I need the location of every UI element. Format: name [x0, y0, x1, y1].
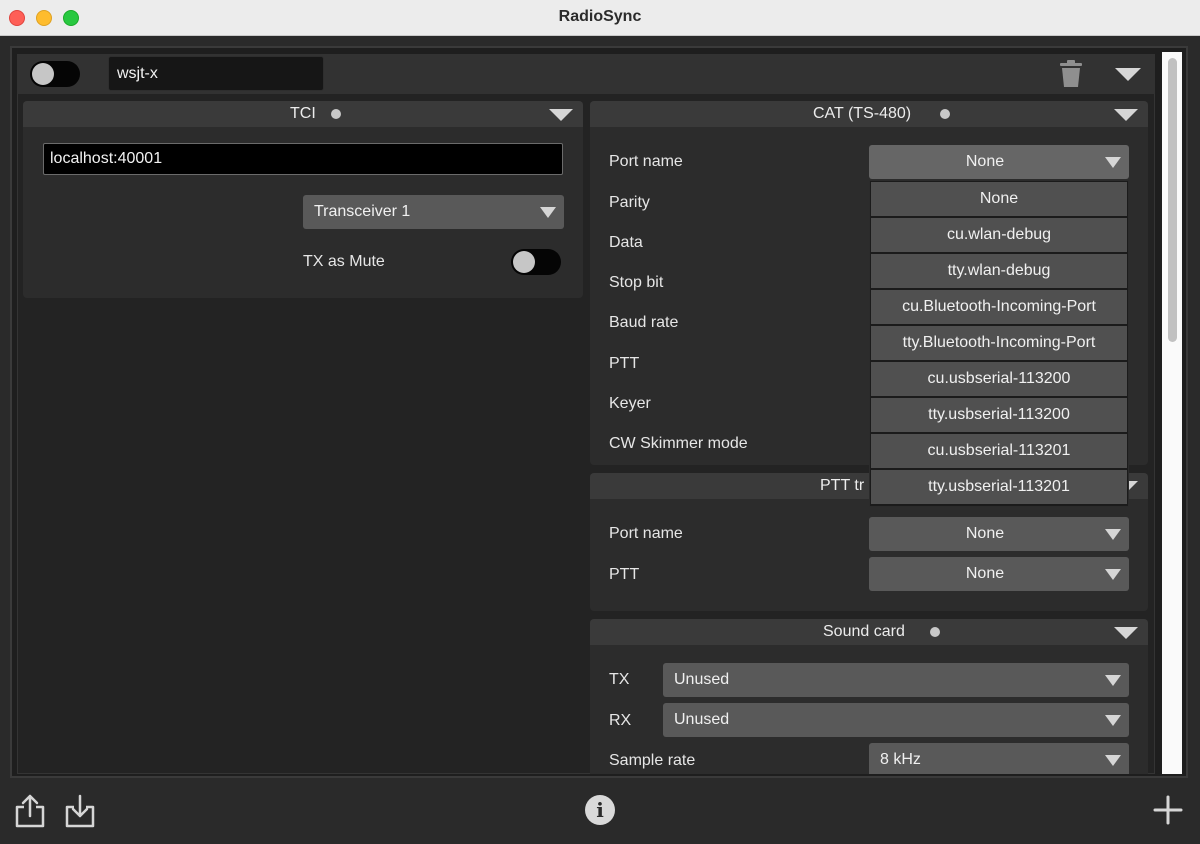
sound-card-collapse-icon[interactable] [1114, 627, 1138, 639]
ptt-mode-value: None [965, 565, 1005, 582]
profile-collapse-icon[interactable] [1115, 68, 1141, 81]
tx-as-mute-toggle[interactable] [511, 249, 561, 275]
cat-title: CAT (TS-480) [813, 105, 912, 122]
profile-enable-toggle[interactable] [30, 61, 80, 87]
chevron-down-icon [1105, 715, 1121, 726]
sample-rate-select[interactable]: 8 kHz [869, 743, 1129, 774]
tci-section-header[interactable]: TCI [23, 101, 583, 127]
window-title: RadioSync [558, 8, 642, 25]
toggle-knob [32, 63, 54, 85]
dropdown-option[interactable]: cu.usbserial-113201 [871, 434, 1127, 468]
chevron-down-icon [1105, 529, 1121, 540]
chevron-down-icon [1105, 755, 1121, 766]
dropdown-option[interactable]: cu.wlan-debug [871, 218, 1127, 252]
cat-port-name-label: Port name [609, 153, 683, 170]
sound-tx-label: TX [609, 671, 630, 688]
title-bar: RadioSync [0, 0, 1200, 36]
transceiver-select-value: Transceiver 1 [314, 203, 411, 220]
ptt-port-name-select[interactable]: None [869, 517, 1129, 551]
sound-rx-value: Unused [674, 711, 730, 728]
vertical-scrollbar[interactable] [1162, 52, 1182, 774]
chevron-down-icon [1105, 569, 1121, 580]
cat-section-header[interactable]: CAT (TS-480) [590, 101, 1148, 127]
share-icon[interactable] [14, 794, 46, 833]
plus-icon[interactable] [1153, 795, 1183, 830]
profile-name-input[interactable]: wsjt-x [108, 56, 324, 91]
tci-address-input[interactable]: localhost:40001 [43, 143, 563, 175]
scrollbar-thumb[interactable] [1168, 58, 1177, 342]
dropdown-option[interactable]: cu.Bluetooth-Incoming-Port [871, 290, 1127, 324]
toggle-knob [513, 251, 535, 273]
cat-cw-skimmer-label: CW Skimmer mode [609, 435, 748, 452]
cat-port-name-select[interactable]: None [869, 145, 1129, 179]
cat-port-name-value: None [965, 153, 1005, 170]
sample-rate-label: Sample rate [609, 752, 696, 769]
info-icon[interactable]: i [585, 795, 615, 825]
tci-title: TCI [290, 105, 316, 122]
sound-card-title: Sound card [823, 623, 905, 640]
cat-parity-label: Parity [609, 194, 650, 211]
dropdown-option[interactable]: tty.usbserial-113201 [871, 470, 1127, 504]
chevron-down-icon [1105, 675, 1121, 686]
ptt-title: PTT tr [820, 477, 865, 494]
transceiver-select[interactable]: Transceiver 1 [303, 195, 564, 229]
chevron-down-icon [1105, 157, 1121, 168]
cat-keyer-label: Keyer [609, 395, 651, 412]
ptt-mode-label: PTT [609, 566, 640, 583]
tci-status-dot [331, 109, 341, 119]
dropdown-option[interactable]: tty.wlan-debug [871, 254, 1127, 288]
sound-rx-label: RX [609, 712, 632, 729]
cat-baud-rate-label: Baud rate [609, 314, 679, 331]
cat-ptt-label: PTT [609, 355, 640, 372]
sound-card-status-dot [930, 627, 940, 637]
sound-tx-select[interactable]: Unused [663, 663, 1129, 697]
tci-collapse-icon[interactable] [549, 109, 573, 121]
ptt-port-name-label: Port name [609, 525, 683, 542]
cat-data-label: Data [609, 234, 643, 251]
port-name-dropdown: None cu.wlan-debug tty.wlan-debug cu.Blu… [869, 180, 1129, 507]
sample-rate-value: 8 kHz [880, 751, 921, 768]
download-icon[interactable] [64, 794, 96, 833]
dropdown-option[interactable]: tty.usbserial-113200 [871, 398, 1127, 432]
dropdown-option[interactable]: cu.usbserial-113200 [871, 362, 1127, 396]
ptt-port-name-value: None [965, 525, 1005, 542]
ptt-mode-select[interactable]: None [869, 557, 1129, 591]
cat-stop-bit-label: Stop bit [609, 274, 664, 291]
cat-status-dot [940, 109, 950, 119]
sound-card-section-header[interactable]: Sound card [590, 619, 1148, 645]
dropdown-option[interactable]: tty.Bluetooth-Incoming-Port [871, 326, 1127, 360]
trash-icon[interactable] [1058, 60, 1084, 88]
cat-collapse-icon[interactable] [1114, 109, 1138, 121]
sound-tx-value: Unused [674, 671, 730, 688]
dropdown-option[interactable]: None [871, 182, 1127, 216]
sound-rx-select[interactable]: Unused [663, 703, 1129, 737]
chevron-down-icon [540, 207, 556, 218]
tx-as-mute-label: TX as Mute [303, 253, 385, 270]
